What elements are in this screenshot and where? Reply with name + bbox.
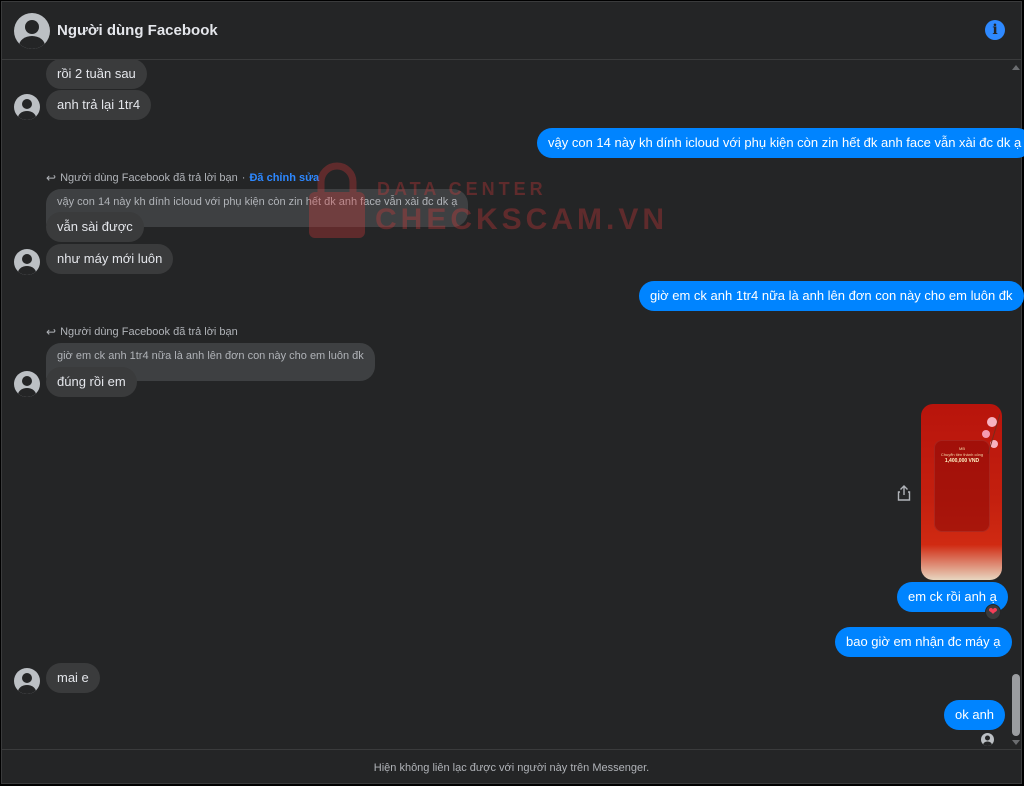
user-silhouette-icon: [18, 254, 36, 275]
user-silhouette-icon: [19, 20, 45, 49]
user-silhouette-icon: [18, 673, 36, 694]
scroll-up-arrow-icon[interactable]: [1012, 65, 1020, 70]
reply-header-text: Người dùng Facebook đã trả lời bạn: [60, 326, 238, 338]
seen-indicator-avatar: [981, 733, 994, 746]
message-incoming[interactable]: đúng rồi em: [46, 367, 137, 397]
message-incoming[interactable]: rồi 2 tuần sau: [46, 59, 147, 89]
contact-avatar-small: [14, 94, 40, 120]
contact-avatar-small: [14, 371, 40, 397]
heart-reaction-icon[interactable]: ❤: [985, 604, 1001, 620]
reply-header-separator: ·: [241, 172, 246, 184]
user-silhouette-icon: [18, 376, 36, 397]
scrollbar-thumb[interactable]: [1012, 674, 1020, 736]
info-icon[interactable]: i: [985, 20, 1005, 40]
message-incoming[interactable]: anh trả lại 1tr4: [46, 90, 152, 120]
message-outgoing[interactable]: ok anh: [944, 700, 1006, 730]
message-outgoing[interactable]: giờ em ck anh 1tr4 nữa là anh lên đơn co…: [639, 281, 1024, 311]
contact-avatar-small: [14, 668, 40, 694]
image-message-transfer-receipt[interactable]: MB Chuyển tiền thành công 1,400,000 VND: [921, 404, 1002, 580]
user-silhouette-icon: [983, 735, 992, 746]
reply-arrow-icon: ↩: [46, 171, 57, 185]
contact-avatar[interactable]: [14, 13, 50, 49]
reply-header-text: Người dùng Facebook đã trả lời bạn: [60, 172, 238, 184]
message-outgoing[interactable]: bao giờ em nhận đc máy ạ: [835, 627, 1012, 657]
reply-arrow-icon: ↩: [46, 325, 57, 339]
message-incoming[interactable]: vẫn sài được: [46, 212, 144, 242]
share-icon[interactable]: [897, 485, 911, 501]
edited-label[interactable]: Đã chỉnh sửa: [249, 172, 319, 184]
chat-window: Người dùng Facebook i rồi 2 tuần sau anh…: [1, 1, 1024, 785]
message-incoming[interactable]: mai e: [46, 663, 100, 693]
contact-avatar-small: [14, 249, 40, 275]
user-silhouette-icon: [18, 99, 36, 120]
reply-header: ↩ Người dùng Facebook đã trả lời bạn: [46, 325, 238, 339]
message-incoming[interactable]: như máy mới luôn: [46, 244, 174, 274]
receipt-amount: 1,400,000 VND: [944, 458, 980, 464]
transfer-receipt: MB Chuyển tiền thành công 1,400,000 VND: [934, 440, 990, 532]
contact-name[interactable]: Người dùng Facebook: [57, 22, 218, 39]
unavailable-notice: Hiện không liên lạc được với người này t…: [2, 749, 1021, 785]
chat-header: Người dùng Facebook i: [2, 2, 1021, 60]
message-outgoing[interactable]: vậy con 14 này kh dính icloud với phụ ki…: [537, 128, 1024, 158]
scrollbar[interactable]: [1009, 62, 1023, 748]
scroll-down-arrow-icon[interactable]: [1012, 740, 1020, 745]
reply-header: ↩ Người dùng Facebook đã trả lời bạn · Đ…: [46, 171, 319, 185]
